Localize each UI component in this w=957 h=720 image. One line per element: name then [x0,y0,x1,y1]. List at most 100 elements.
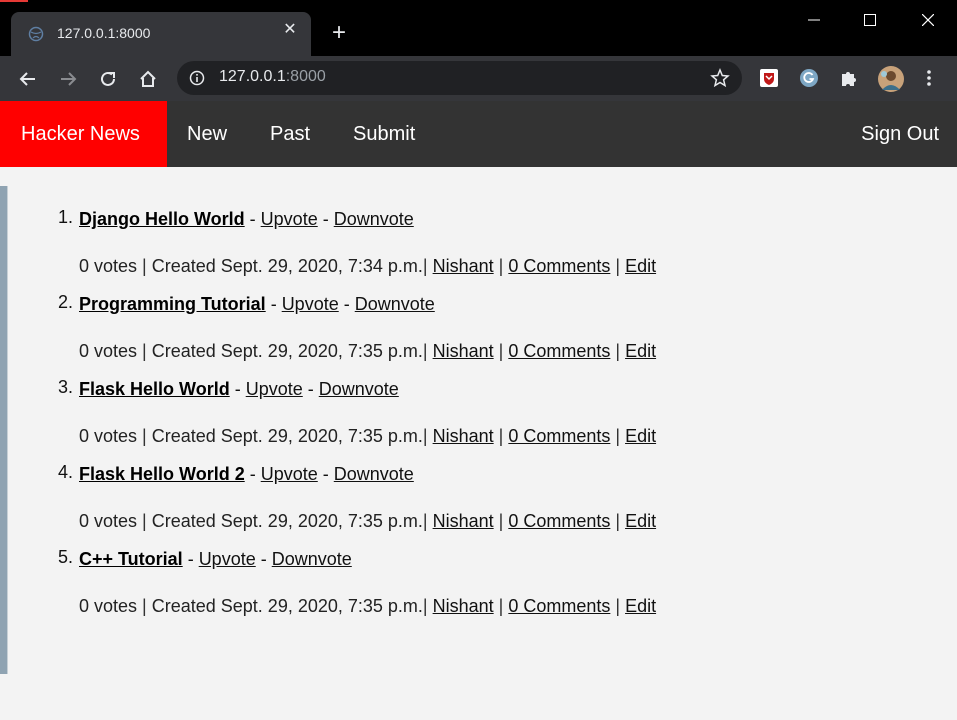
plus-icon[interactable]: + [326,20,352,46]
browser-toolbar: 127.0.0.1:8000 [0,56,957,101]
edit-link[interactable]: Edit [625,256,656,276]
post-meta-line: 0 votes | Created Sept. 29, 2020, 7:34 p… [79,254,656,278]
post-meta-line: 0 votes | Created Sept. 29, 2020, 7:35 p… [79,424,656,448]
separator: | [422,511,433,531]
browser-tab[interactable]: 127.0.0.1:8000 ✕ [11,12,311,56]
post-title-line: Programming Tutorial - Upvote - Downvote [79,292,656,316]
post-index: 1. [58,207,74,227]
globe-icon [28,26,44,42]
back-arrow-icon [19,72,35,86]
post-meta-line: 0 votes | Created Sept. 29, 2020, 7:35 p… [79,594,656,618]
post-meta-line: 0 votes | Created Sept. 29, 2020, 7:35 p… [79,509,656,533]
upvote-link[interactable]: Upvote [261,464,318,484]
url-text: 127.0.0.1:8000 [219,68,326,86]
post-title-link[interactable]: Flask Hello World 2 [79,464,245,484]
close-icon[interactable]: ✕ [280,20,300,40]
author-link[interactable]: Nishant [433,596,494,616]
minimize-button[interactable] [785,0,843,40]
post-index: 5. [58,547,74,567]
post-title-link[interactable]: Programming Tutorial [79,294,266,314]
post-index: 4. [58,462,74,482]
vote-count: 0 votes [79,511,138,531]
comments-link[interactable]: 0 Comments [508,256,610,276]
separator: | [422,596,433,616]
downvote-link[interactable]: Downvote [334,209,414,229]
tab-strip-accent [0,0,28,2]
tab-title: 127.0.0.1:8000 [57,25,151,41]
maximize-button[interactable] [841,0,899,40]
window-close-icon [922,14,934,26]
nav-sign-out-link[interactable]: Sign Out [843,101,957,167]
list-item: 2. Programming Tutorial - Upvote - Downvo… [40,292,656,363]
separator: | [493,426,509,446]
author-link[interactable]: Nishant [433,341,494,361]
separator: | [610,596,626,616]
separator: | [422,256,433,276]
vote-count: 0 votes [79,341,138,361]
author-link[interactable]: Nishant [433,511,494,531]
edit-link[interactable]: Edit [625,341,656,361]
nav-submit-link[interactable]: Submit [333,101,435,167]
post-title-line: Django Hello World - Upvote - Downvote [79,207,656,231]
separator: | [422,426,433,446]
separator: - [229,379,246,399]
forward-button[interactable] [53,64,83,94]
post-title-link[interactable]: Django Hello World [79,209,245,229]
star-icon[interactable] [710,68,730,88]
post-index: 2. [58,292,74,312]
separator: | [137,596,152,616]
puzzle-icon[interactable] [838,67,860,89]
forward-arrow-icon [61,72,77,86]
nav-past-link[interactable]: Past [250,101,330,167]
downvote-link[interactable]: Downvote [272,549,352,569]
edit-link[interactable]: Edit [625,511,656,531]
comments-link[interactable]: 0 Comments [508,511,610,531]
downvote-link[interactable]: Downvote [334,464,414,484]
author-link[interactable]: Nishant [433,426,494,446]
post-title-link[interactable]: C++ Tutorial [79,549,183,569]
mcafee-icon[interactable] [758,67,780,89]
info-icon[interactable] [189,70,205,86]
avatar[interactable] [877,65,904,92]
post-title-link[interactable]: Flask Hello World [79,379,230,399]
created-date: Created Sept. 29, 2020, 7:35 p.m. [151,511,423,531]
browser-tab-strip: 127.0.0.1:8000 ✕ + [0,0,957,56]
site-navbar: Hacker News New Past Submit Sign Out [0,101,957,167]
downvote-link[interactable]: Downvote [319,379,399,399]
upvote-link[interactable]: Upvote [199,549,256,569]
created-date: Created Sept. 29, 2020, 7:35 p.m. [151,426,423,446]
separator: | [610,511,626,531]
comments-link[interactable]: 0 Comments [508,341,610,361]
nav-new-link[interactable]: New [167,101,247,167]
vote-count: 0 votes [79,596,138,616]
nav-brand-link[interactable]: Hacker News [0,101,167,167]
window-close-button[interactable] [899,0,957,40]
comments-link[interactable]: 0 Comments [508,426,610,446]
separator: - [265,294,282,314]
comments-link[interactable]: 0 Comments [508,596,610,616]
separator: | [610,256,626,276]
separator: | [137,426,152,446]
separator: | [137,341,152,361]
separator: - [317,464,334,484]
grammarly-icon[interactable] [798,67,820,89]
separator: - [302,379,319,399]
author-link[interactable]: Nishant [433,256,494,276]
url-host: 127.0.0.1 [219,68,286,85]
back-button[interactable] [13,64,43,94]
address-bar[interactable]: 127.0.0.1:8000 [177,61,742,95]
separator: | [493,256,509,276]
home-icon [140,70,156,87]
edit-link[interactable]: Edit [625,426,656,446]
upvote-link[interactable]: Upvote [261,209,318,229]
kebab-menu-icon[interactable] [918,67,940,89]
home-button[interactable] [133,64,163,94]
separator: | [137,256,152,276]
post-title-line: Flask Hello World - Upvote - Downvote [79,377,656,401]
upvote-link[interactable]: Upvote [282,294,339,314]
post-title-line: C++ Tutorial - Upvote - Downvote [79,547,656,571]
reload-button[interactable] [93,64,123,94]
upvote-link[interactable]: Upvote [246,379,303,399]
edit-link[interactable]: Edit [625,596,656,616]
downvote-link[interactable]: Downvote [355,294,435,314]
